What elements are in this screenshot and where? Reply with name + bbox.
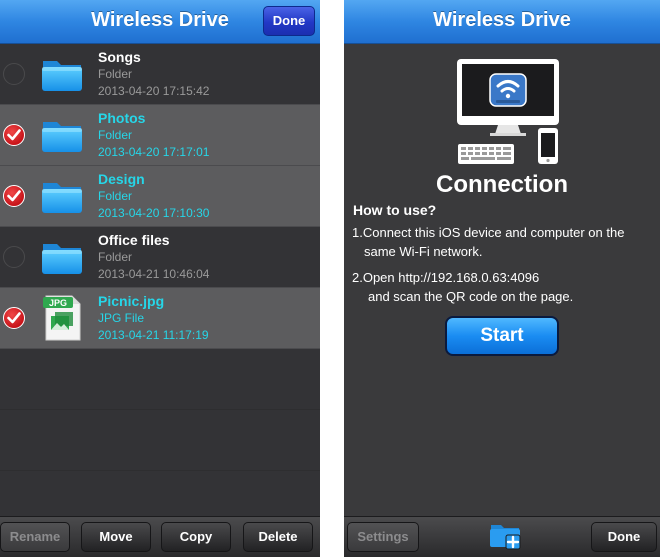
rename-button[interactable]: Rename (0, 522, 70, 552)
selected-checkmark-icon[interactable] (3, 307, 25, 329)
file-type: Folder (98, 128, 133, 142)
file-date: 2013-04-21 11:17:19 (98, 328, 209, 342)
connection-title: Connection (436, 171, 568, 198)
file-name: Photos (98, 110, 146, 126)
nav-bar: Wireless Drive (344, 0, 660, 44)
start-button[interactable]: Start (445, 316, 559, 356)
select-checkbox[interactable] (3, 63, 25, 85)
add-folder-icon[interactable] (489, 521, 523, 553)
file-name: Design (98, 171, 145, 187)
list-item[interactable]: Photos Folder 2013-04-20 17:17:01 (0, 105, 320, 166)
copy-button[interactable]: Copy (161, 522, 231, 552)
list-item[interactable]: Songs Folder 2013-04-20 17:15:42 (0, 44, 320, 105)
nav-bar: Wireless Drive Done (0, 0, 320, 44)
file-type: Folder (98, 189, 133, 203)
file-type: JPG File (98, 311, 145, 325)
step-1-line-2: same Wi-Fi network. (364, 244, 483, 259)
empty-list-area (0, 349, 320, 516)
done-button[interactable]: Done (591, 522, 657, 552)
file-list-screen: Wireless Drive Done Songs Folder 2013-04… (0, 0, 320, 557)
file-list: Songs Folder 2013-04-20 17:15:42 Photos … (0, 44, 320, 349)
jpg-badge: JPG (49, 298, 67, 308)
file-date: 2013-04-20 17:15:42 (98, 84, 210, 98)
move-button[interactable]: Move (81, 522, 151, 552)
file-date: 2013-04-20 17:10:30 (98, 206, 210, 220)
list-item[interactable]: Office files Folder 2013-04-21 10:46:04 (0, 227, 320, 288)
selected-checkmark-icon[interactable] (3, 185, 25, 207)
nav-title: Wireless Drive (433, 9, 571, 31)
step-2-line-2: and scan the QR code on the page. (368, 289, 574, 304)
computer-wifi-icon (457, 59, 559, 164)
step-1-line-1: 1.Connect this iOS device and computer o… (352, 225, 625, 240)
select-checkbox[interactable] (3, 246, 25, 268)
folder-icon (42, 183, 82, 213)
step-2-line-1: 2.Open http://192.168.0.63:4096 (352, 270, 540, 285)
file-type: Folder (98, 250, 133, 264)
file-type: Folder (98, 67, 133, 81)
settings-button[interactable]: Settings (347, 522, 419, 552)
folder-icon (42, 244, 82, 274)
jpg-file-icon: JPG (43, 295, 81, 341)
selected-checkmark-icon[interactable] (3, 124, 25, 146)
file-name: Office files (98, 232, 170, 248)
folder-icon (42, 61, 82, 91)
file-name: Picnic.jpg (98, 293, 165, 309)
how-to-heading: How to use? (353, 202, 437, 218)
connection-screen: Wireless Drive Connection How to use? 1.… (344, 0, 660, 557)
file-date: 2013-04-20 17:17:01 (98, 145, 210, 159)
done-button[interactable]: Done (263, 6, 315, 36)
list-item[interactable]: JPG Picnic.jpg JPG File 2013-04-21 11:17… (0, 288, 320, 349)
delete-button[interactable]: Delete (243, 522, 313, 552)
file-date: 2013-04-21 10:46:04 (98, 267, 210, 281)
edit-toolbar: Rename Move Copy Delete (0, 516, 320, 557)
folder-icon (42, 122, 82, 152)
bottom-toolbar: Settings Done (344, 516, 660, 557)
file-name: Songs (98, 49, 141, 65)
list-item[interactable]: Design Folder 2013-04-20 17:10:30 (0, 166, 320, 227)
